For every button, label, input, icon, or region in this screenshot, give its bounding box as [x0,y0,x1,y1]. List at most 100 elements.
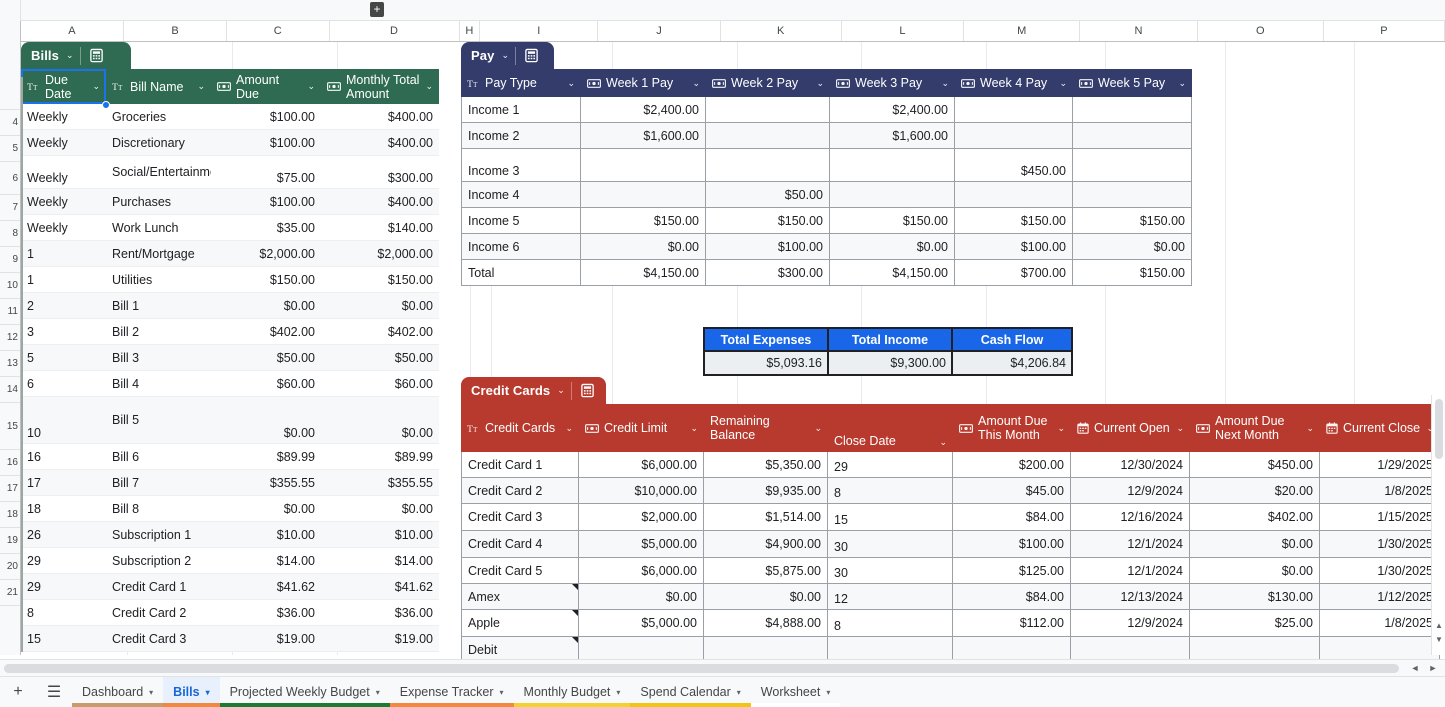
table-row[interactable]: Credit Card 1$6,000.00$5,350.0029$200.00… [461,452,1440,478]
table-cell[interactable]: Weekly [21,130,106,156]
table-cell[interactable]: $84.00 [953,584,1071,610]
column-filter-chevron-icon[interactable]: ⌄ [565,423,573,434]
sheet-tab-expense-tracker[interactable]: Expense Tracker▾ [390,677,514,707]
column-filter-chevron-icon[interactable]: ⌄ [939,437,947,448]
table-cell[interactable]: 26 [21,522,106,548]
table-cell[interactable]: Bill 5 [106,397,211,444]
table-cell[interactable]: Credit Card 1 [106,574,211,600]
table-cell[interactable]: $402.00 [211,319,321,345]
table-cell[interactable]: $0.00 [321,293,439,319]
table-cell[interactable]: Groceries [106,104,211,130]
table-cell[interactable]: Credit Card 2 [106,600,211,626]
table-cell[interactable]: Weekly [21,215,106,241]
table-cell[interactable]: $50.00 [321,345,439,371]
table-cell[interactable]: $400.00 [321,104,439,130]
table-cell[interactable]: $450.00 [1190,452,1320,478]
table-cell[interactable]: $300.00 [321,156,439,189]
table-cell[interactable]: Social/Entertainment [106,156,211,189]
table-cell[interactable]: Bill 4 [106,371,211,397]
column-header-week-3-pay[interactable]: Week 3 Pay⌄ [830,69,955,97]
chevron-down-icon[interactable]: ⌄ [501,50,509,61]
table-cell[interactable]: $0.00 [321,496,439,522]
table-row[interactable]: 1Utilities$150.00$150.00 [21,267,439,293]
sheet-tab-spend-calendar[interactable]: Spend Calendar▾ [630,677,750,707]
table-row[interactable]: Credit Card 3$2,000.00$1,514.0015$84.001… [461,504,1440,531]
table-cell[interactable]: $10,000.00 [579,478,704,504]
table-row[interactable]: WeeklyWork Lunch$35.00$140.00 [21,215,439,241]
table-cell[interactable]: 1/15/2025 [1320,504,1440,531]
table-row[interactable]: WeeklyGroceries$100.00$400.00 [21,104,439,130]
row-number[interactable]: 5 [0,136,20,162]
table-cell[interactable]: $2,400.00 [581,97,706,123]
column-filter-chevron-icon[interactable]: ⌄ [1176,423,1184,434]
table-cell[interactable]: $150.00 [830,208,955,234]
table-cell[interactable]: $6,000.00 [579,558,704,584]
table-cell[interactable]: Apple [461,610,579,637]
table-row[interactable]: 8Credit Card 2$36.00$36.00 [21,600,439,626]
table-row[interactable]: WeeklyPurchases$100.00$400.00 [21,189,439,215]
table-cell[interactable]: $60.00 [321,371,439,397]
row-number[interactable]: 4 [0,110,20,136]
table-cell[interactable]: Utilities [106,267,211,293]
sheet-tab-projected-weekly-budget[interactable]: Projected Weekly Budget▾ [220,677,390,707]
table-cell[interactable]: Income 1 [461,97,581,123]
table-cell[interactable]: 1 [21,241,106,267]
table-cell[interactable]: Subscription 1 [106,522,211,548]
table-cell[interactable]: $0.00 [321,397,439,444]
table-row[interactable]: Income 2$1,600.00$1,600.00 [461,123,1192,149]
all-sheets-menu-button[interactable]: ☰ [36,677,72,707]
table-cell[interactable] [581,182,706,208]
column-header-credit-cards[interactable]: TTCredit Cards⌄ [461,404,579,452]
table-cell[interactable]: 1/30/2025 [1320,531,1440,558]
table-cell[interactable]: $400.00 [321,189,439,215]
table-cell[interactable]: 1/12/2025 [1320,584,1440,610]
table-cell[interactable]: Income 5 [461,208,581,234]
table-row[interactable]: Income 3$450.00 [461,149,1192,182]
column-header-remaining-balance[interactable]: Remaining Balance⌄ [704,404,828,452]
table-cell[interactable]: $402.00 [1190,504,1320,531]
table-cell[interactable]: $20.00 [1190,478,1320,504]
table-cell[interactable] [1073,123,1192,149]
credit-cards-table-tab[interactable]: Credit Cards ⌄ [461,377,606,404]
sheet-tab-worksheet[interactable]: Worksheet▾ [751,677,841,707]
table-cell[interactable]: $5,875.00 [704,558,828,584]
column-header-D[interactable]: D [330,21,460,41]
table-cell[interactable]: 12/9/2024 [1071,478,1190,504]
table-cell[interactable] [706,97,830,123]
vertical-scrollbar-thumb[interactable] [1435,399,1443,459]
column-header-current-close[interactable]: Current Close⌄ [1320,404,1440,452]
column-filter-chevron-icon[interactable]: ⌄ [307,81,315,92]
table-cell[interactable]: $4,150.00 [830,260,955,286]
table-row[interactable]: Apple$5,000.00$4,888.008$112.0012/9/2024… [461,610,1440,637]
column-header-credit-limit[interactable]: Credit Limit⌄ [579,404,704,452]
table-row[interactable]: Total$4,150.00$300.00$4,150.00$700.00$15… [461,260,1192,286]
table-cell[interactable]: $4,900.00 [704,531,828,558]
row-number[interactable]: 12 [0,325,20,351]
table-cell[interactable] [1073,182,1192,208]
table-cell[interactable]: Subscription 2 [106,548,211,574]
row-number[interactable]: 15 [0,403,20,450]
column-header-close-date[interactable]: Close Date⌄ [828,404,953,452]
column-header-O[interactable]: O [1198,21,1324,41]
sheet-tab-monthly-budget[interactable]: Monthly Budget▾ [514,677,631,707]
table-cell[interactable]: Work Lunch [106,215,211,241]
table-cell[interactable]: Credit Card 5 [461,558,579,584]
table-cell[interactable]: $402.00 [321,319,439,345]
table-row[interactable]: 29Credit Card 1$41.62$41.62 [21,574,439,600]
table-row[interactable]: 3Bill 2$402.00$402.00 [21,319,439,345]
table-cell[interactable]: Credit Card 1 [461,452,579,478]
table-cell[interactable]: 8 [828,478,953,504]
chevron-down-icon[interactable]: ▾ [737,688,741,697]
table-cell[interactable]: 12 [828,584,953,610]
table-cell[interactable]: Purchases [106,189,211,215]
table-cell[interactable]: $0.00 [1190,531,1320,558]
table-cell[interactable]: $2,000.00 [321,241,439,267]
table-cell[interactable]: $100.00 [211,104,321,130]
table-cell[interactable]: 12/13/2024 [1071,584,1190,610]
table-cell[interactable]: Income 4 [461,182,581,208]
table-row[interactable]: Income 5$150.00$150.00$150.00$150.00$150… [461,208,1192,234]
table-cell[interactable]: $89.99 [211,444,321,470]
table-cell[interactable]: $200.00 [953,452,1071,478]
table-cell[interactable]: $14.00 [321,548,439,574]
row-number[interactable]: 10 [0,273,20,299]
